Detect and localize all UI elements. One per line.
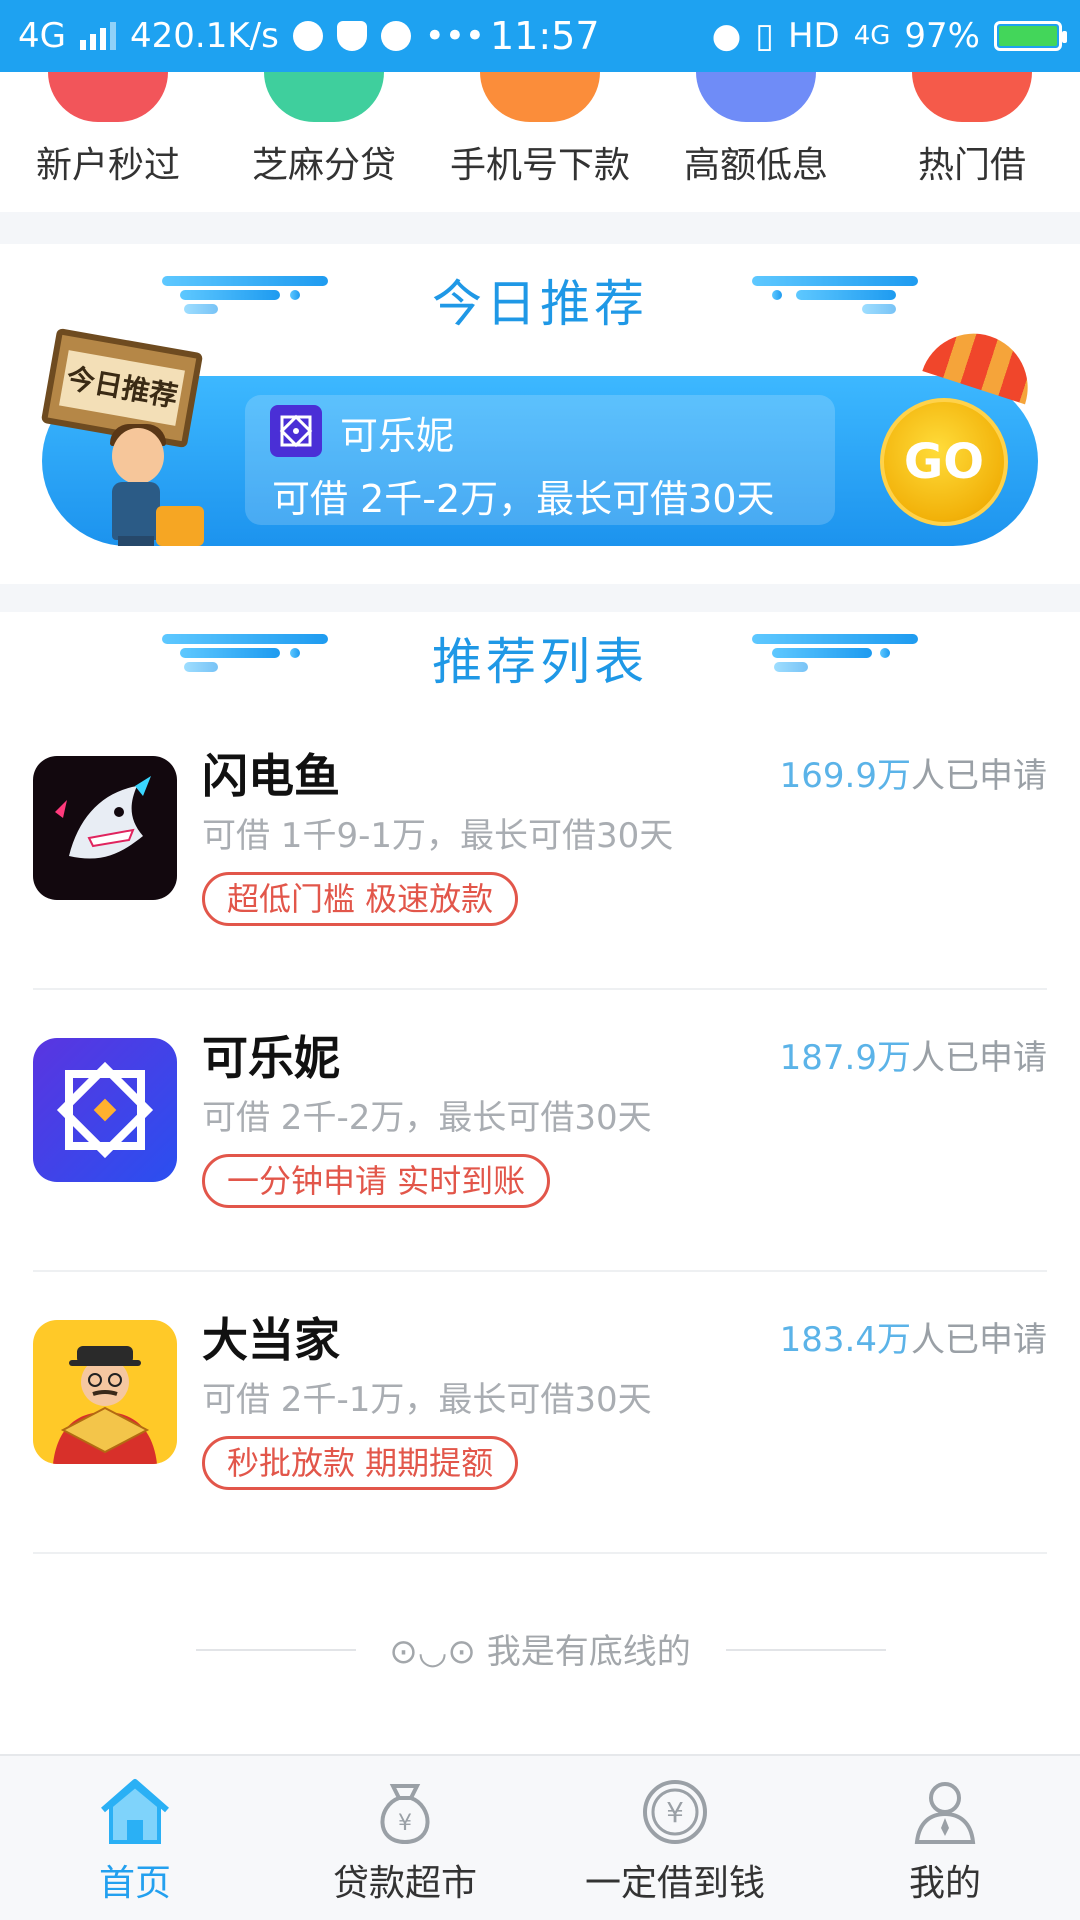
status-bar: 4G 420.1K/s ••• 11:57 ● ▯ HD 4G 97% [0,0,1080,72]
item-tag: 秒批放款 期期提额 [202,1436,519,1490]
apply-count-number: 169.9万 [779,756,911,796]
item-desc: 可借 1千9-1万，最长可借30天 [202,816,674,856]
category-label: 新户秒过 [35,145,180,186]
divider [726,1649,886,1651]
kelenia-logo-icon [270,405,322,457]
apply-count-number: 183.4万 [779,1320,911,1360]
item-apply-count: 187.9万人已申请 [780,1030,1047,1079]
mascot-legs [118,536,154,546]
net-type-label: 4G [853,21,891,51]
item-desc: 可借 2千-2万，最长可借30天 [202,1098,652,1138]
message-icon [380,21,411,51]
category-icon [48,72,168,122]
list-end-text: ⊙◡⊙ 我是有底线的 [389,1632,691,1672]
shark-icon [33,756,177,900]
category-new-user[interactable]: 新户秒过 [8,72,208,188]
network-speed: 420.1K/s [129,16,279,56]
category-icon [264,72,384,122]
item-name: 大当家 [202,1313,340,1367]
tab-label: 我的 [908,1863,981,1904]
apply-count-suffix: 人已申请 [911,756,1047,796]
banner-product-desc: 可借 2千-2万，最长可借30天 [272,477,775,521]
divider [33,1552,1047,1554]
person-icon [914,1782,976,1844]
category-icon [696,72,816,122]
clock: 11:57 [490,14,600,58]
more-icon: ••• [424,16,485,56]
go-button[interactable]: GO [880,398,1008,526]
battery-percent: 97% [904,16,980,56]
flower-pattern-icon [33,1038,177,1182]
location-icon: ● [711,16,742,56]
tab-mine[interactable]: 我的 [810,1756,1080,1920]
item-apply-count: 183.4万人已申请 [780,1312,1047,1361]
tab-home[interactable]: 首页 [0,1756,270,1920]
category-hot[interactable]: 热门借 [872,72,1072,188]
signal-icon [79,22,116,50]
category-icon [912,72,1032,122]
banner-product-name: 可乐妮 [340,414,455,458]
category-label: 芝麻分贷 [251,145,396,186]
category-label: 热门借 [917,145,1026,186]
yuan-coin-icon: ¥ [643,1780,707,1844]
item-name: 闪电鱼 [202,749,340,803]
vibrate-icon: ▯ [755,16,774,56]
item-tag: 一分钟申请 实时到账 [202,1154,551,1208]
tab-guaranteed-loan[interactable]: ¥ 一定借到钱 [540,1756,810,1920]
bottom-tab-bar: 首页 ¥ 贷款超市 ¥ 一定借到钱 我的 [0,1754,1080,1920]
apply-count-suffix: 人已申请 [911,1320,1047,1360]
boss-character-icon [33,1320,177,1464]
category-strip: 新户秒过 芝麻分贷 手机号下款 高额低息 热门借 [0,72,1080,212]
item-desc: 可借 2千-1万，最长可借30天 [202,1380,652,1420]
suitcase-icon [156,506,204,546]
list-item[interactable]: 可乐妮 187.9万人已申请 可借 2千-2万，最长可借30天 一分钟申请 实时… [0,990,1080,1272]
tab-label: 首页 [98,1863,171,1904]
network-label: 4G [18,16,66,56]
battery-icon [994,21,1067,51]
tab-label: 贷款超市 [332,1863,477,1904]
tab-loan-market[interactable]: ¥ 贷款超市 [270,1756,540,1920]
signboard-text: 今日推荐 [59,350,185,426]
item-name: 可乐妮 [202,1031,340,1085]
decor-stripes-icon [752,276,922,316]
shield-icon [336,21,367,51]
list-section-header: 推荐列表 [0,612,1080,712]
category-label: 手机号下款 [449,145,630,186]
list-end-note: ⊙◡⊙ 我是有底线的 [0,1624,1080,1674]
list-item[interactable]: 大当家 183.4万人已申请 可借 2千-1万，最长可借30天 秒批放款 期期提… [0,1272,1080,1554]
category-label: 高额低息 [683,145,828,186]
today-section-header: 今日推荐 [0,254,1080,354]
home-icon [101,1779,169,1844]
category-zhima[interactable]: 芝麻分贷 [224,72,424,188]
svg-text:¥: ¥ [398,1811,412,1836]
svg-text:¥: ¥ [666,1796,684,1829]
mascot-body [112,482,160,540]
item-apply-count: 169.9万人已申请 [780,748,1047,797]
money-bag-icon: ¥ [380,1784,430,1845]
tab-label: 一定借到钱 [584,1863,765,1904]
apply-count-number: 187.9万 [779,1038,911,1078]
mascot-head [112,428,164,484]
category-phone[interactable]: 手机号下款 [440,72,640,188]
item-tag: 超低门槛 极速放款 [202,872,519,926]
apply-count-suffix: 人已申请 [911,1038,1047,1078]
category-high-amount[interactable]: 高额低息 [656,72,856,188]
hd-label: HD [787,16,840,56]
list-item[interactable]: 闪电鱼 169.9万人已申请 可借 1千9-1万，最长可借30天 超低门槛 极速… [0,708,1080,990]
category-icon [480,72,600,122]
decor-stripes-icon [752,634,922,674]
app-notification-icon [292,21,323,51]
